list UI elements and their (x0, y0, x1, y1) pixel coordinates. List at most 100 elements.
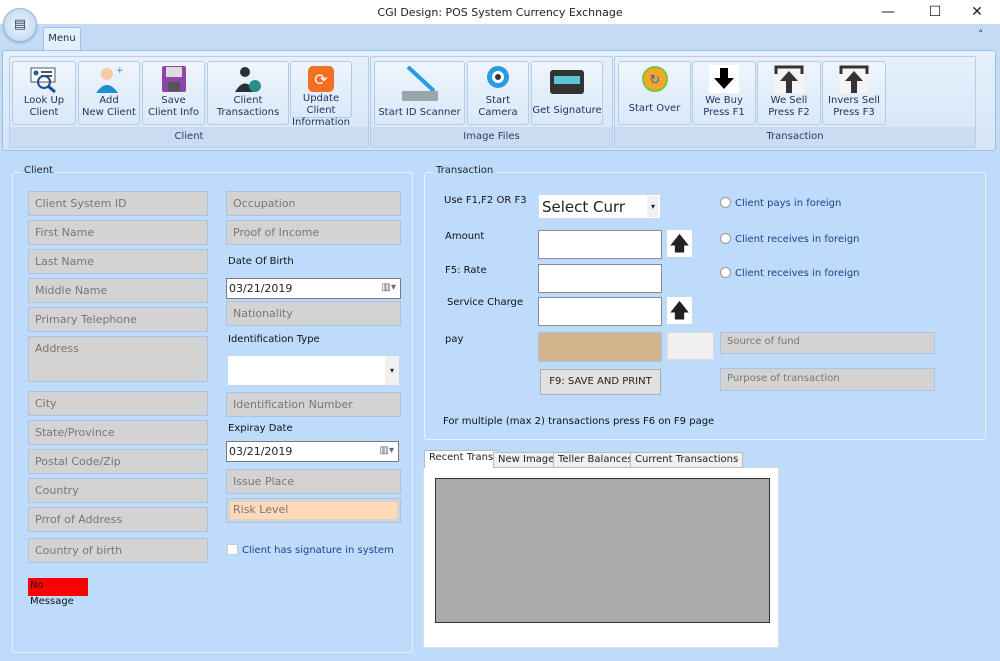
radio-client-receives-foreign-2[interactable]: Client receives in foreign (720, 267, 860, 279)
get-signature-button[interactable]: Get Signature (531, 61, 603, 125)
we-sell-button[interactable]: We Sell Press F2 (757, 61, 821, 125)
checkbox-icon[interactable] (227, 544, 238, 555)
last-name-field[interactable]: Last Name (28, 249, 208, 274)
pay-label: pay (445, 334, 464, 345)
tab-teller-balances[interactable]: Teller Balances (553, 452, 638, 468)
service-charge-input[interactable] (538, 297, 662, 326)
start-camera-button[interactable]: Start Camera (467, 61, 529, 125)
label: Start Over (628, 103, 681, 114)
amount-label: Amount (445, 231, 485, 242)
city-field[interactable]: City (28, 391, 208, 416)
expiry-date-picker[interactable]: 03/21/2019 ▥▾ (226, 441, 399, 462)
source-of-fund-field[interactable]: Source of fund (720, 332, 935, 354)
nationality-field[interactable]: Nationality (226, 301, 401, 326)
close-button[interactable]: ✕ (962, 2, 992, 22)
save-and-print-button[interactable]: F9: SAVE AND PRINT (540, 369, 661, 395)
country-of-birth-field[interactable]: Country of birth (28, 538, 208, 563)
occupation-field[interactable]: Occupation (226, 191, 401, 216)
state-province-field[interactable]: State/Province (28, 420, 208, 445)
save-client-button[interactable]: Save Client Info (142, 61, 205, 125)
add-client-button[interactable]: + Add New Client (78, 61, 140, 125)
first-name-field[interactable]: First Name (28, 220, 208, 245)
tab-menu[interactable]: Menu (43, 27, 81, 51)
label: Press F2 (768, 107, 810, 118)
group-label: Transaction (615, 127, 975, 147)
group-client: Look Up Client + Add New Client Save Client … (9, 56, 369, 148)
address-field[interactable]: Address (28, 336, 208, 382)
expiry-label: Expiray Date (228, 423, 293, 434)
service-charge-label: Service Charge (447, 297, 524, 308)
minimize-button[interactable]: — (873, 2, 903, 22)
start-id-scanner-button[interactable]: Start ID Scanner (374, 61, 465, 125)
primary-telephone-field[interactable]: Primary Telephone (28, 307, 208, 332)
tab-new-image[interactable]: New Image (493, 452, 560, 468)
group-label: Image Files (371, 127, 612, 147)
id-type-label: Identification Type (228, 334, 320, 345)
maximize-button[interactable]: ☐ (920, 2, 950, 22)
proof-of-income-field[interactable]: Proof of Income (226, 220, 401, 245)
issue-place-field[interactable]: Issue Place (226, 469, 401, 494)
groupbox-title: Client (21, 165, 56, 176)
status-message: No Message (28, 578, 88, 607)
label: Client (233, 95, 263, 106)
id-type-combobox[interactable]: ▾ (228, 356, 399, 385)
tab-current-transactions[interactable]: Current Transactions (630, 452, 744, 468)
dob-label: Date Of Birth (228, 256, 294, 267)
proof-of-address-field[interactable]: Prrof of Address (28, 507, 208, 532)
radio-icon[interactable] (720, 197, 731, 208)
service-up-arrow-button[interactable]: 🡅 (667, 297, 692, 324)
rate-input[interactable] (538, 264, 662, 293)
checkbox-label: Client has signature in system (242, 545, 394, 556)
group-transaction: ↻ Start Over We Buy Press F1 We Sell Press … (614, 56, 976, 148)
we-buy-button[interactable]: We Buy Press F1 (692, 61, 756, 125)
country-field[interactable]: Country (28, 478, 208, 503)
risk-level-field[interactable]: Risk Level (230, 502, 397, 519)
middle-name-field[interactable]: Middle Name (28, 278, 208, 303)
lookup-client-icon (30, 67, 56, 93)
recent-transactions-grid[interactable] (435, 478, 770, 623)
radio-icon[interactable] (720, 233, 731, 244)
start-over-button[interactable]: ↻ Start Over (618, 61, 691, 125)
radio-icon[interactable] (720, 267, 731, 278)
risk-level-container: Risk Level (226, 498, 401, 523)
radio-client-receives-foreign[interactable]: Client receives in foreign (720, 233, 860, 245)
client-transactions-icon (235, 67, 261, 92)
amount-up-arrow-button[interactable]: 🡅 (667, 230, 692, 257)
collapse-ribbon-icon[interactable]: ˄ (978, 28, 984, 41)
label: We Buy (705, 95, 743, 106)
postal-code-field[interactable]: Postal Code/Zip (28, 449, 208, 474)
expiry-value: 03/21/2019 (229, 445, 293, 458)
tab-recent-trans[interactable]: Recent Trans (424, 450, 499, 468)
lookup-client-button[interactable]: Look Up Client (12, 61, 76, 125)
label: Look Up (23, 95, 65, 106)
currency-select[interactable]: Select Curr ▾ (538, 194, 661, 219)
label: We Sell (770, 95, 808, 106)
webcam-icon (487, 66, 509, 88)
invers-sell-button[interactable]: Invers Sell Press F3 (822, 61, 886, 125)
dob-date-picker[interactable]: 03/21/2019 ▥▾ (226, 278, 401, 299)
svg-text:↻: ↻ (649, 73, 660, 88)
update-client-button[interactable]: ⟳ Update Client Information (290, 61, 352, 128)
id-number-field[interactable]: Identification Number (226, 392, 401, 417)
calendar-dropdown-icon[interactable]: ▥▾ (380, 445, 394, 456)
menu-icon: ▤ (13, 17, 27, 32)
amount-input[interactable] (538, 230, 662, 259)
purpose-field[interactable]: Purpose of transaction (720, 368, 935, 391)
radio-client-pays-foreign[interactable]: Client pays in foreign (720, 197, 841, 209)
currency-value: Select Curr (542, 198, 626, 216)
label: Get Signature (532, 105, 602, 116)
use-keys-label: Use F1,F2 OR F3 (444, 195, 527, 206)
application-menu-button[interactable]: ▤ (3, 8, 37, 42)
radio-label: Client receives in foreign (735, 268, 860, 279)
dropdown-arrow-icon[interactable]: ▾ (385, 356, 399, 385)
scanner-icon (401, 65, 438, 101)
calendar-dropdown-icon[interactable]: ▥▾ (382, 282, 396, 293)
dropdown-arrow-icon[interactable]: ▾ (647, 196, 659, 217)
groupbox-title: Transaction (433, 165, 497, 176)
signature-checkbox[interactable]: Client has signature in system (227, 544, 394, 556)
label: Press F1 (703, 107, 745, 118)
client-system-id-field[interactable]: Client System ID (28, 191, 208, 216)
svg-text:+: + (116, 66, 124, 76)
label: New Client (82, 107, 136, 118)
client-transactions-button[interactable]: Client Transactions (207, 61, 289, 125)
